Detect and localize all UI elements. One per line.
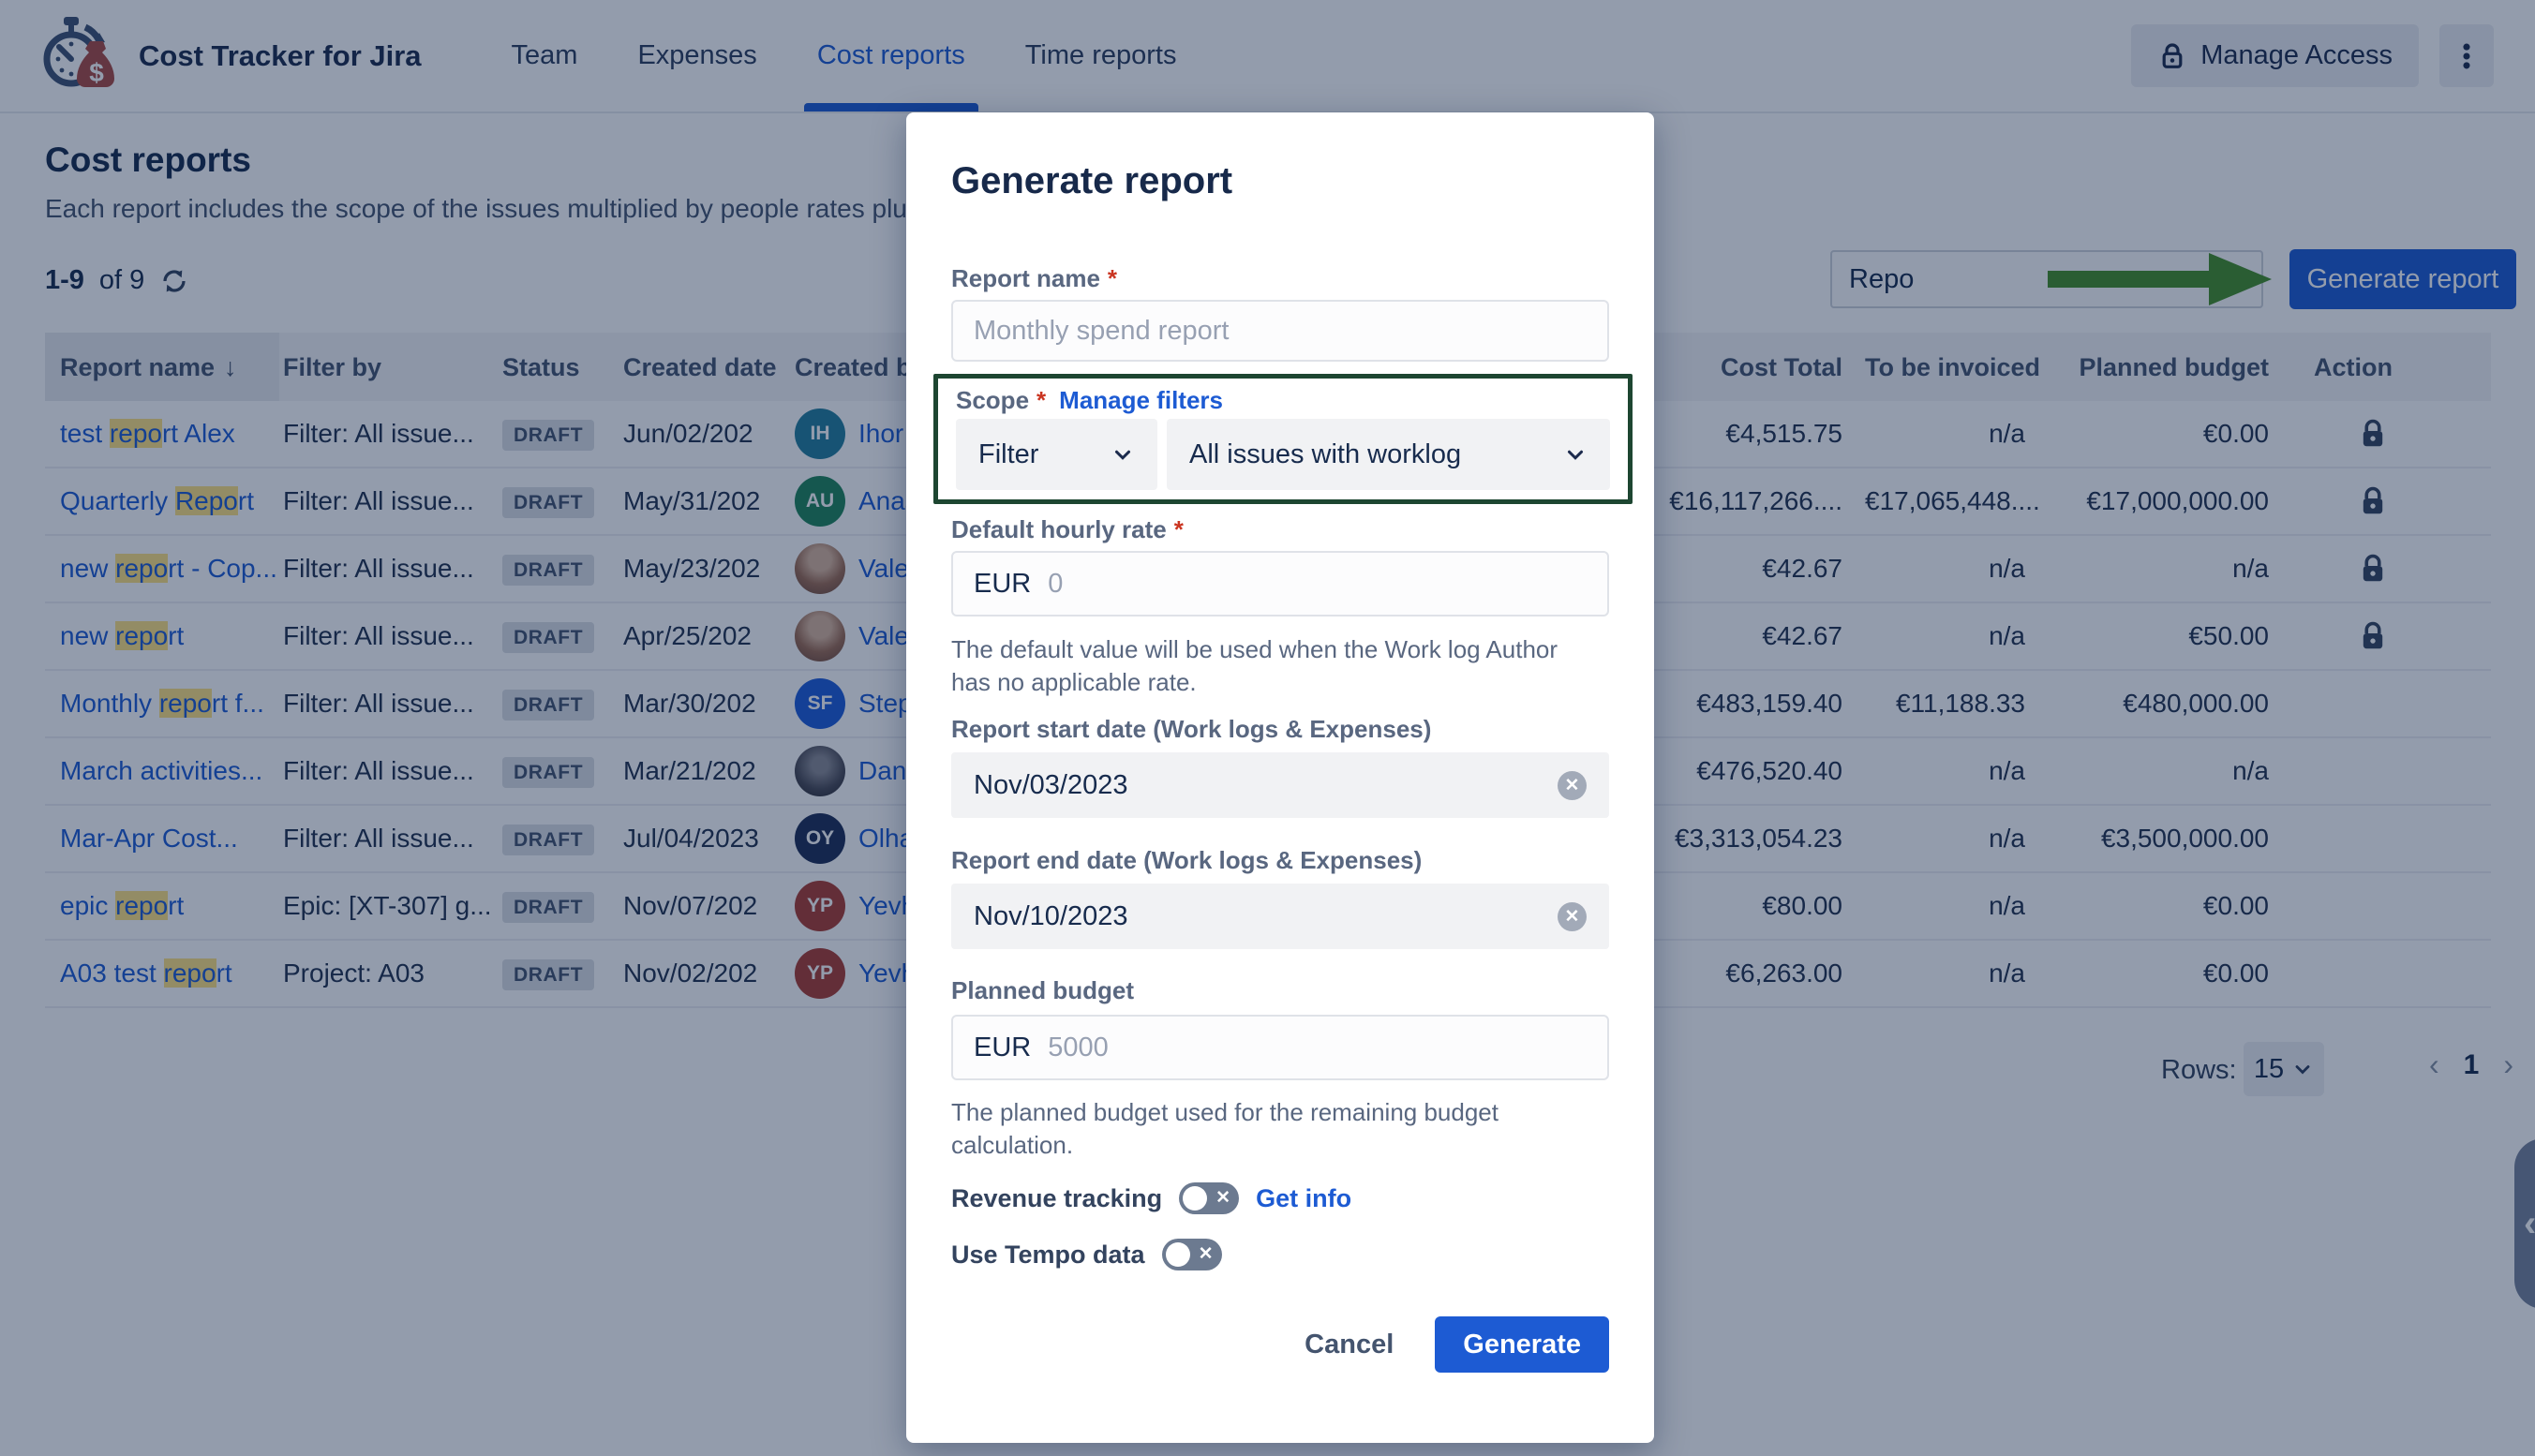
end-date-input[interactable]: Nov/10/2023 ✕: [951, 884, 1609, 949]
end-date-label: Report end date (Work logs & Expenses): [951, 846, 1609, 874]
scope-annotation-box: Scope* Manage filters Filter All issues …: [933, 374, 1633, 504]
default-rate-help: The default value will be used when the …: [951, 633, 1598, 699]
clear-date-icon[interactable]: ✕: [1558, 771, 1587, 800]
planned-budget-help: The planned budget used for the remainin…: [951, 1096, 1598, 1162]
toggle-off-icon: ✕: [1199, 1243, 1214, 1265]
tempo-data-row: Use Tempo data ✕: [951, 1239, 1609, 1270]
default-rate-placeholder: 0: [1048, 569, 1063, 600]
cancel-button[interactable]: Cancel: [1305, 1330, 1394, 1360]
generate-submit-button[interactable]: Generate: [1435, 1316, 1609, 1373]
currency-prefix: EUR: [974, 569, 1031, 600]
tempo-data-toggle[interactable]: ✕: [1162, 1239, 1222, 1270]
currency-prefix: EUR: [974, 1033, 1031, 1063]
app-window: $ Cost Tracker for Jira Team Expenses Co…: [0, 0, 2535, 1456]
chevron-down-icon: [1563, 442, 1588, 467]
report-name-placeholder: Monthly spend report: [974, 316, 1229, 347]
toggle-off-icon: ✕: [1215, 1187, 1230, 1209]
revenue-tracking-row: Revenue tracking ✕ Get info: [951, 1182, 1609, 1214]
report-name-label: Report name*: [951, 264, 1609, 292]
revenue-tracking-label: Revenue tracking: [951, 1184, 1162, 1213]
chevron-down-icon: [1111, 442, 1135, 467]
generate-report-modal: Generate report Report name* Monthly spe…: [906, 112, 1654, 1443]
scope-label: Scope* Manage filters: [956, 386, 1610, 414]
report-name-input[interactable]: Monthly spend report: [951, 300, 1609, 362]
modal-title: Generate report: [951, 157, 1609, 204]
tempo-data-label: Use Tempo data: [951, 1241, 1145, 1270]
default-rate-label: Default hourly rate*: [951, 515, 1609, 543]
clear-date-icon[interactable]: ✕: [1558, 902, 1587, 931]
planned-budget-placeholder: 5000: [1048, 1033, 1109, 1063]
manage-filters-link[interactable]: Manage filters: [1059, 386, 1223, 414]
planned-budget-label: Planned budget: [951, 976, 1609, 1004]
scope-type-select[interactable]: Filter: [956, 419, 1157, 490]
start-date-input[interactable]: Nov/03/2023 ✕: [951, 752, 1609, 818]
default-rate-input[interactable]: EUR 0: [951, 551, 1609, 617]
get-info-link[interactable]: Get info: [1256, 1184, 1351, 1213]
start-date-label: Report start date (Work logs & Expenses): [951, 715, 1609, 743]
revenue-tracking-toggle[interactable]: ✕: [1179, 1182, 1239, 1214]
scope-value-select[interactable]: All issues with worklog: [1167, 419, 1610, 490]
planned-budget-input[interactable]: EUR 5000: [951, 1015, 1609, 1080]
